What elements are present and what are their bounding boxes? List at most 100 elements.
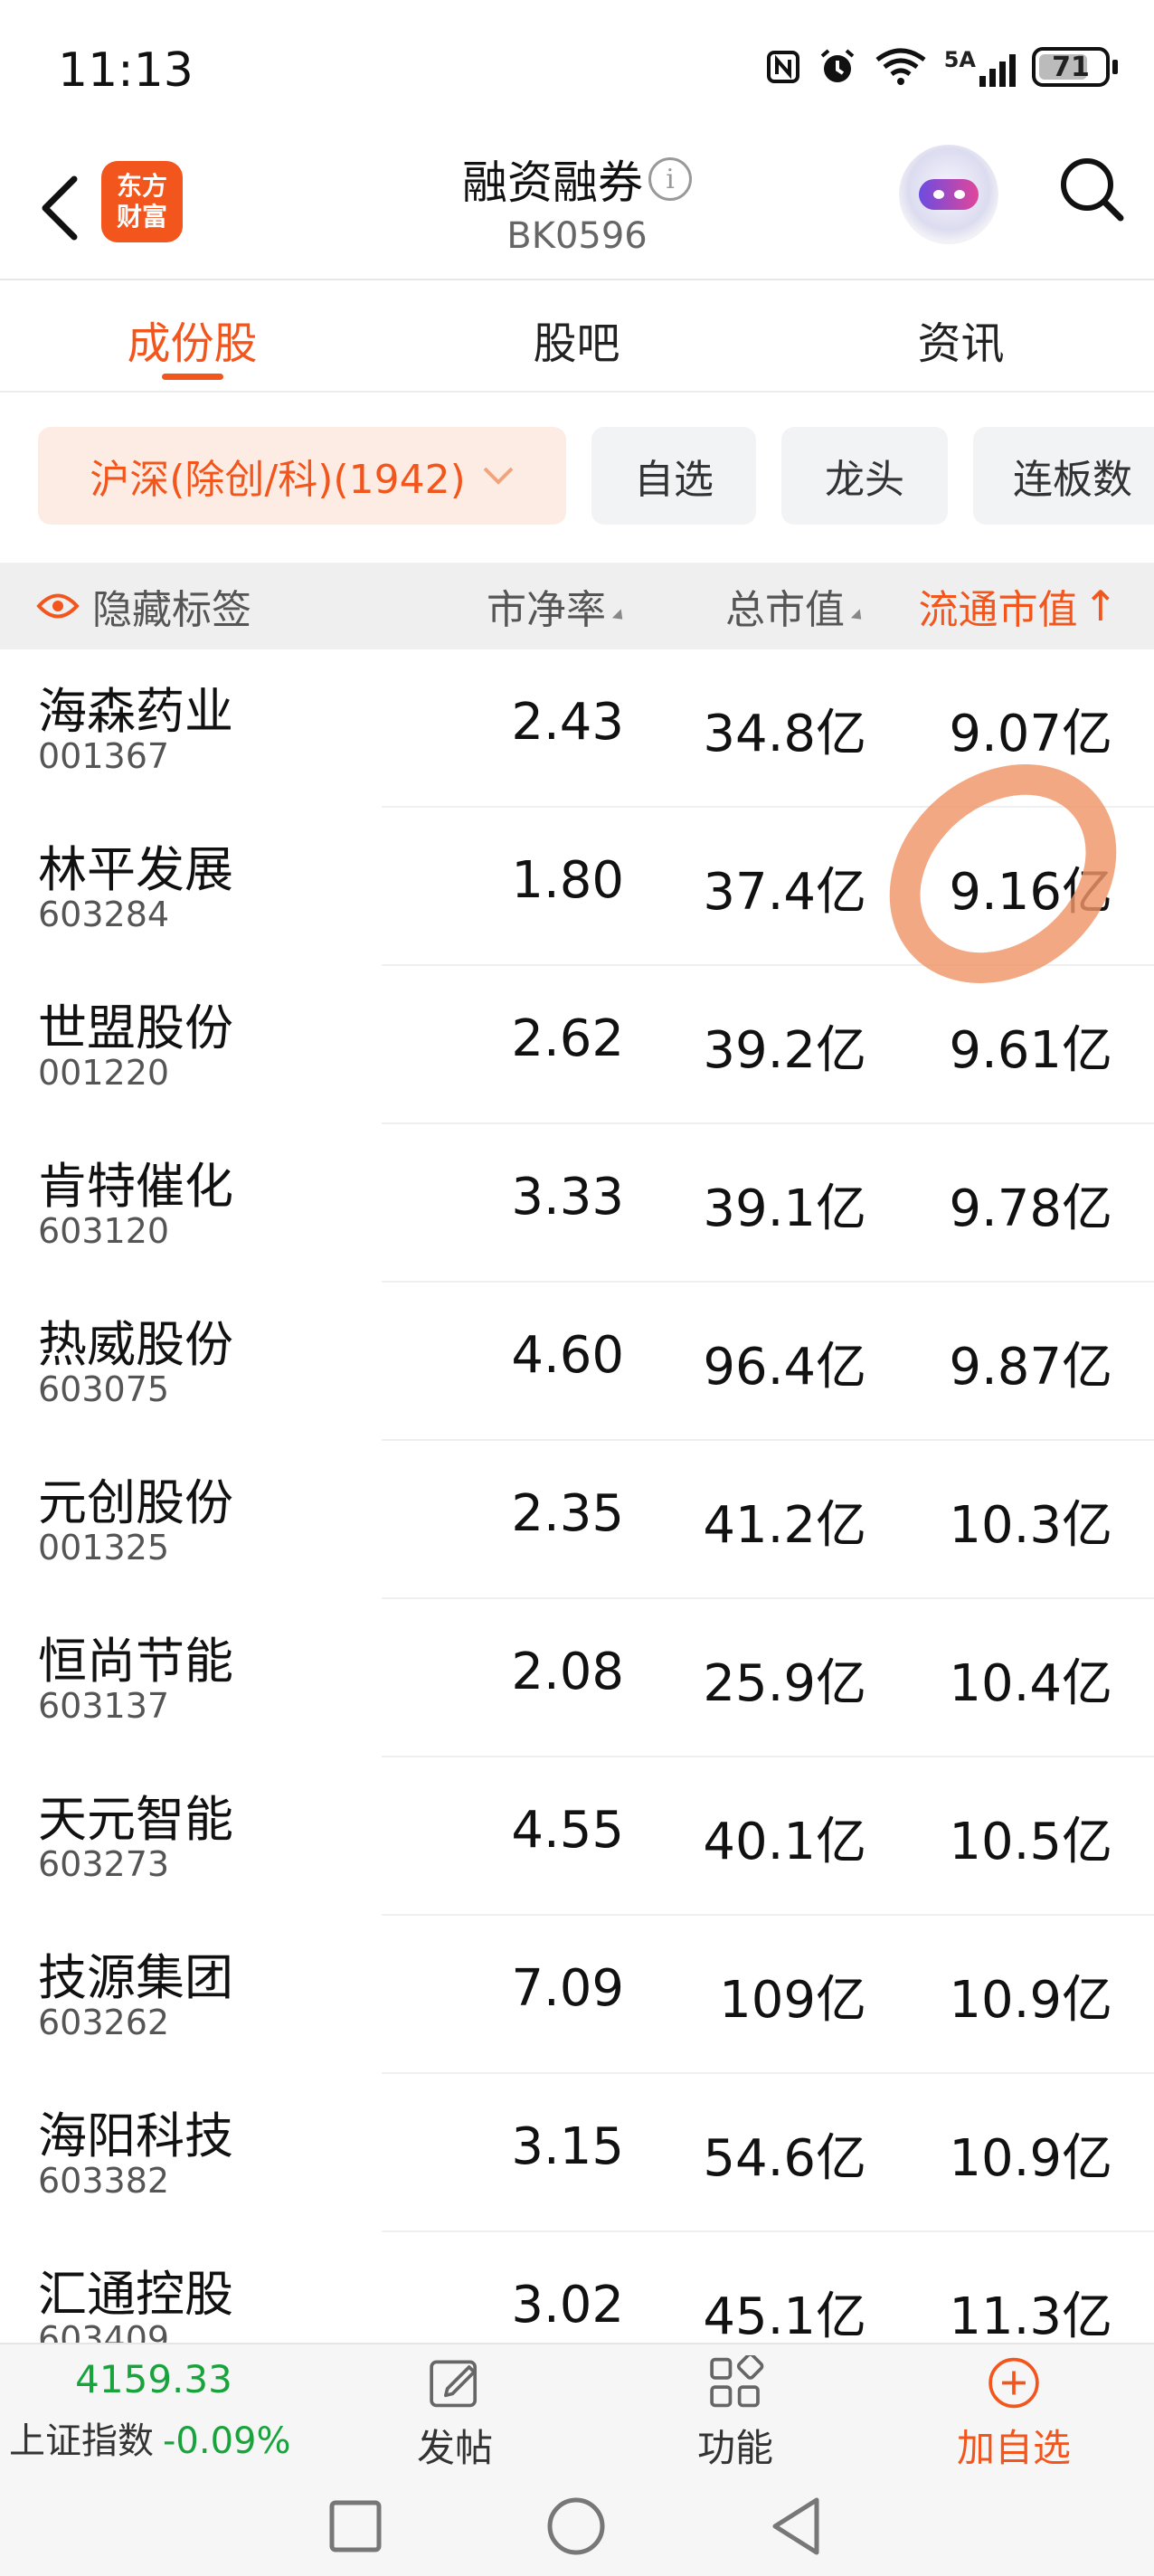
system-nav-bar — [0, 2471, 1154, 2576]
functions-button[interactable]: 功能 — [658, 2355, 812, 2473]
column-header-market-cap[interactable]: 总市值 — [725, 563, 866, 649]
table-row[interactable]: 林平发展 603284 1.80 37.4亿 9.16亿 — [0, 808, 1154, 966]
table-header: 隐藏标签 市净率 总市值 流通市值 ↑ — [0, 563, 1154, 649]
market-cap-value: 34.8亿 — [703, 705, 866, 763]
pb-value: 2.08 — [511, 1643, 624, 1701]
table-row[interactable]: 海森药业 001367 2.43 34.8亿 9.07亿 — [0, 649, 1154, 808]
alarm-icon — [820, 49, 855, 82]
filter-chip-watchlist[interactable]: 自选 — [591, 427, 756, 525]
index-ticker[interactable]: 4159.33 上证指数 -0.09% — [0, 2344, 307, 2473]
float-cap-value: 11.3亿 — [949, 2287, 1112, 2343]
table-row[interactable]: 元创股份 001325 2.35 41.2亿 10.3亿 — [0, 1441, 1154, 1599]
pb-value: 2.62 — [511, 1009, 624, 1068]
status-time: 11:13 — [58, 43, 194, 98]
search-button[interactable] — [1051, 148, 1132, 230]
home-button[interactable] — [546, 2496, 606, 2556]
stock-code: 603262 — [38, 2003, 170, 2042]
chevron-down-icon — [483, 467, 514, 485]
status-icons: 5A 71 — [765, 47, 1118, 87]
column-header-float-cap[interactable]: 流通市值 ↑ — [918, 563, 1118, 649]
pb-value: 4.60 — [511, 1326, 624, 1385]
tab-bar: 成份股 股吧 资讯 — [0, 280, 1154, 393]
battery-level: 71 — [1052, 51, 1090, 83]
filter-chip-leaders[interactable]: 龙头 — [781, 427, 948, 525]
hide-tags-label: 隐藏标签 — [92, 587, 251, 633]
pb-value: 2.43 — [511, 693, 624, 752]
recent-apps-button[interactable] — [326, 2496, 385, 2556]
table-row[interactable]: 恒尚节能 603137 2.08 25.9亿 10.4亿 — [0, 1599, 1154, 1757]
circle-icon — [547, 2497, 605, 2555]
robot-visor-icon — [919, 179, 979, 210]
market-cap-value: 39.2亿 — [703, 1021, 866, 1080]
chip-label: 龙头 — [825, 457, 904, 503]
table-row[interactable]: 热威股份 603075 4.60 96.4亿 9.87亿 — [0, 1283, 1154, 1441]
wifi-icon — [875, 48, 926, 85]
add-to-watchlist-button[interactable]: 加自选 — [937, 2355, 1091, 2473]
stock-name: 林平发展 — [38, 841, 233, 898]
filter-chips: 沪深(除创/科)(1942) 自选 龙头 连板数 — [0, 393, 1154, 561]
float-cap-value: 10.3亿 — [949, 1496, 1112, 1555]
stock-code: 001367 — [38, 736, 170, 776]
battery-icon: 71 — [1032, 47, 1118, 87]
column-header-pb[interactable]: 市净率 — [487, 563, 628, 649]
active-tab-indicator — [161, 374, 223, 380]
sort-ascending-icon: ↑ — [1083, 582, 1118, 630]
tab-label: 股吧 — [533, 318, 620, 369]
info-icon[interactable]: i — [648, 157, 692, 201]
table-row[interactable]: 海阳科技 603382 3.15 54.6亿 10.9亿 — [0, 2074, 1154, 2232]
edit-icon — [430, 2360, 478, 2408]
stock-name: 热威股份 — [38, 1316, 233, 1373]
float-cap-value: 10.9亿 — [949, 2129, 1112, 2188]
grid-icon — [710, 2355, 764, 2408]
stock-code: 603120 — [38, 1211, 170, 1251]
chip-label: 自选 — [634, 457, 714, 503]
eye-icon — [36, 593, 80, 619]
float-cap-value: 10.4亿 — [949, 1654, 1112, 1713]
pb-value: 3.02 — [511, 2276, 624, 2334]
stock-name: 海阳科技 — [38, 2107, 233, 2164]
market-cap-value: 39.1亿 — [703, 1179, 866, 1238]
nfc-icon — [766, 51, 799, 83]
chip-label: 连板数 — [1013, 457, 1132, 503]
sort-indicator-icon — [850, 608, 866, 624]
table-row[interactable]: 汇通控股 603409 3.02 45.1亿 11.3亿 — [0, 2232, 1154, 2343]
float-cap-value: 9.87亿 — [949, 1338, 1112, 1397]
market-cap-value: 37.4亿 — [703, 863, 866, 922]
network-type-label: 5A — [943, 47, 976, 72]
tab-constituents[interactable]: 成份股 — [0, 280, 384, 391]
pb-value: 1.80 — [511, 851, 624, 910]
tab-label: 成份股 — [127, 318, 258, 369]
stock-name: 技源集团 — [38, 1949, 233, 2006]
tab-label: 资讯 — [917, 318, 1005, 369]
column-label: 流通市值 — [918, 587, 1078, 633]
market-cap-value: 109亿 — [719, 1971, 866, 2030]
stock-code: 603409 — [38, 2319, 170, 2343]
stock-code: 603382 — [38, 2161, 170, 2201]
table-row[interactable]: 技源集团 603262 7.09 109亿 10.9亿 — [0, 1916, 1154, 2074]
column-label: 总市值 — [725, 587, 845, 633]
float-cap-value: 9.61亿 — [949, 1021, 1112, 1080]
stock-code: 001220 — [38, 1053, 170, 1093]
table-row[interactable]: 天元智能 603273 4.55 40.1亿 10.5亿 — [0, 1757, 1154, 1916]
table-row[interactable]: 肯特催化 603120 3.33 39.1亿 9.78亿 — [0, 1124, 1154, 1283]
stock-name: 汇通控股 — [38, 2266, 233, 2323]
table-row[interactable]: 世盟股份 001220 2.62 39.2亿 9.61亿 — [0, 966, 1154, 1124]
float-cap-value: 10.5亿 — [949, 1813, 1112, 1871]
tab-news[interactable]: 资讯 — [769, 280, 1153, 391]
market-filter-dropdown[interactable]: 沪深(除创/科)(1942) — [38, 427, 566, 525]
stock-name: 肯特催化 — [38, 1158, 233, 1215]
hide-tags-toggle[interactable]: 隐藏标签 — [36, 563, 251, 649]
robot-assistant-avatar[interactable] — [899, 145, 998, 244]
market-cap-value: 45.1亿 — [703, 2287, 866, 2343]
filter-chip-limit-up-streak[interactable]: 连板数 — [973, 427, 1154, 525]
stock-code: 603075 — [38, 1369, 170, 1409]
index-name: 上证指数 — [9, 2420, 154, 2462]
post-label: 发帖 — [416, 2426, 493, 2470]
functions-label: 功能 — [696, 2426, 773, 2470]
post-button[interactable]: 发帖 — [378, 2355, 532, 2473]
system-back-button[interactable] — [767, 2496, 827, 2556]
sort-indicator-icon — [611, 608, 628, 624]
market-cap-value: 54.6亿 — [703, 2129, 866, 2188]
tab-forum[interactable]: 股吧 — [384, 280, 769, 391]
stock-name: 世盟股份 — [38, 999, 233, 1056]
